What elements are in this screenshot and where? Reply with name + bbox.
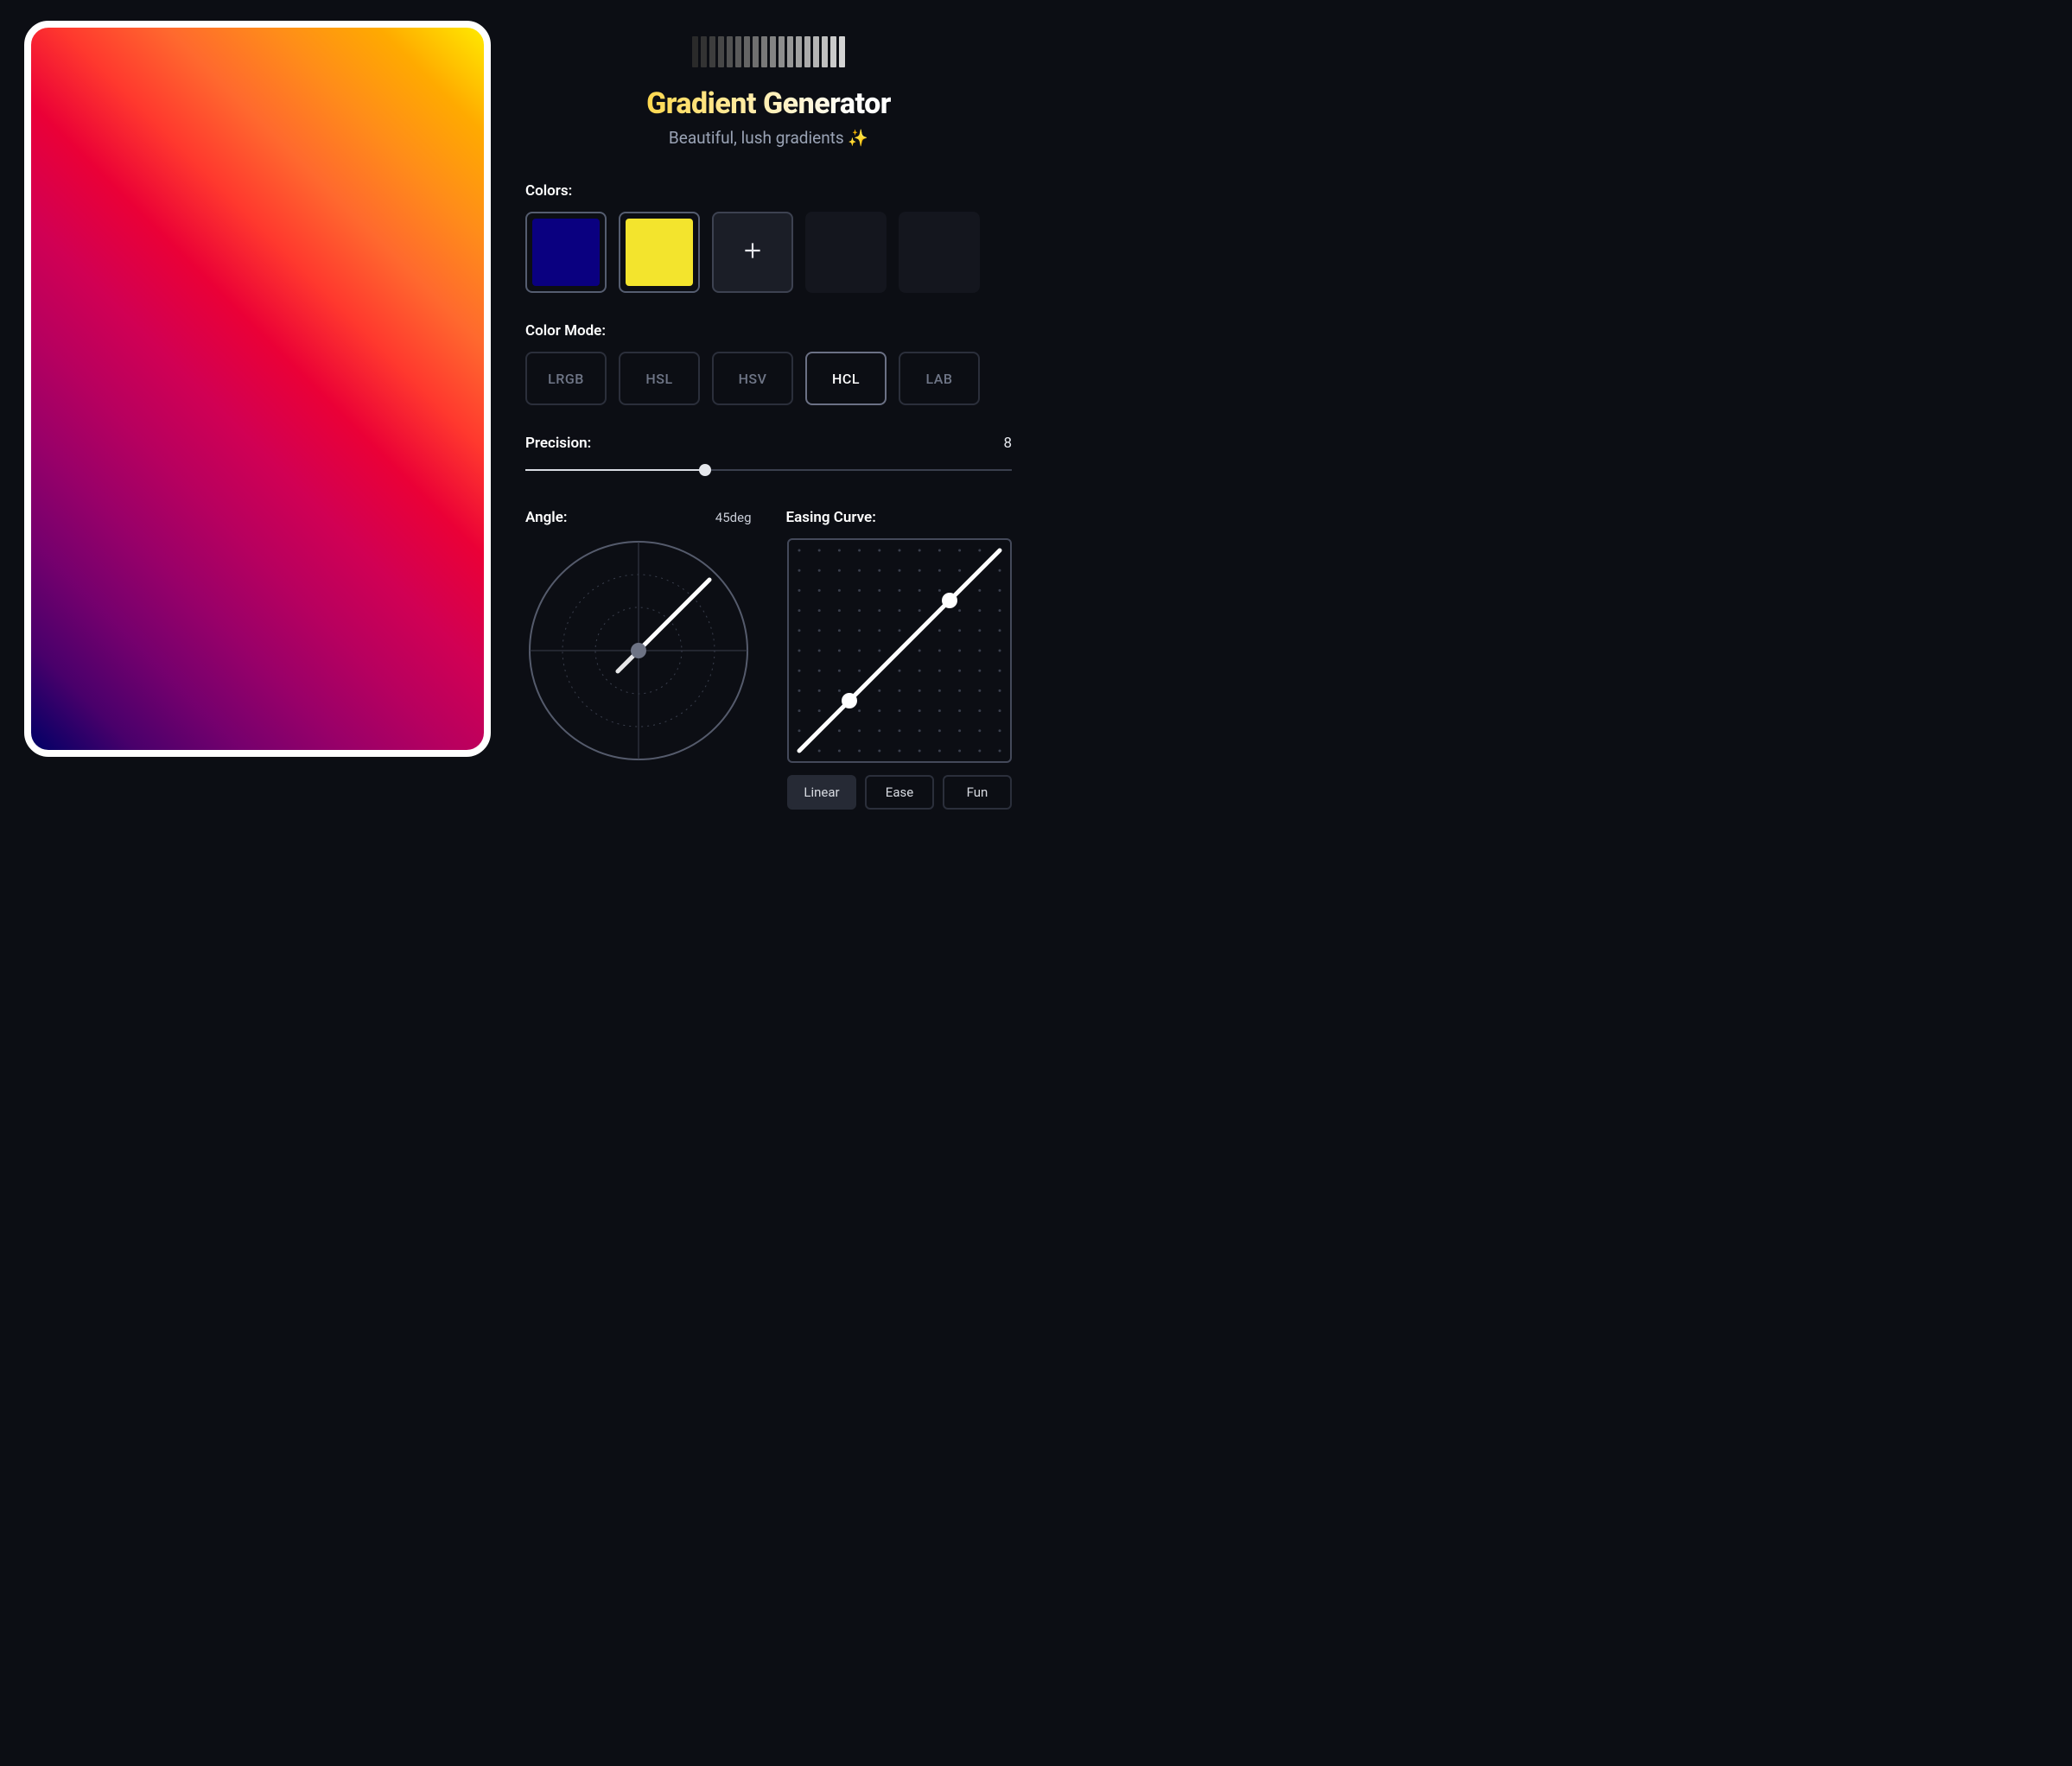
- slider-fill: [525, 469, 705, 471]
- easing-preset-fun[interactable]: Fun: [943, 775, 1012, 810]
- color-swatch-0[interactable]: [525, 212, 607, 293]
- color-mode-option-lrgb[interactable]: LRGB: [525, 352, 607, 405]
- precision-label: Precision:: [525, 435, 591, 452]
- plus-icon: [741, 239, 764, 265]
- precision-section: Precision: 8: [525, 435, 1012, 476]
- page-title: Gradient Generator: [646, 86, 891, 121]
- easing-presets: Linear Ease Fun: [787, 775, 1012, 810]
- color-mode-option-hsv[interactable]: HSV: [712, 352, 793, 405]
- color-swatch-inner: [626, 219, 693, 286]
- colors-section: Colors:: [525, 182, 1012, 322]
- controls-panel: Gradient Generator Beautiful, lush gradi…: [525, 21, 1012, 862]
- color-mode-option-lab[interactable]: LAB: [899, 352, 980, 405]
- header: Gradient Generator Beautiful, lush gradi…: [525, 36, 1012, 148]
- colors-label: Colors:: [525, 182, 1012, 200]
- precision-slider[interactable]: [525, 464, 1012, 476]
- gradient-preview: [24, 21, 491, 757]
- angle-value: 45deg: [715, 510, 752, 525]
- colors-row: [525, 212, 1012, 293]
- color-mode-option-hsl[interactable]: HSL: [619, 352, 700, 405]
- angle-dial[interactable]: [526, 538, 751, 763]
- color-mode-option-hcl[interactable]: HCL: [805, 352, 887, 405]
- easing-label: Easing Curve:: [786, 509, 876, 526]
- preview-panel: [24, 21, 491, 862]
- page-subtitle: Beautiful, lush gradients ✨: [669, 128, 868, 148]
- easing-preset-linear[interactable]: Linear: [787, 775, 856, 810]
- angle-label: Angle:: [525, 509, 568, 526]
- slider-thumb[interactable]: [699, 464, 711, 476]
- color-mode-section: Color Mode: LRGBHSLHSVHCLLAB: [525, 322, 1012, 435]
- add-color-button[interactable]: [712, 212, 793, 293]
- app-root: Gradient Generator Beautiful, lush gradi…: [0, 0, 1036, 883]
- gradient-stripe-logo-icon: [692, 36, 845, 67]
- easing-section: Easing Curve: Linear Ease Fun: [786, 509, 1013, 810]
- color-swatch-1[interactable]: [619, 212, 700, 293]
- color-swatch-empty: [899, 212, 980, 293]
- color-mode-row: LRGBHSLHSVHCLLAB: [525, 352, 1012, 405]
- easing-preset-ease[interactable]: Ease: [865, 775, 934, 810]
- color-swatch-empty: [805, 212, 887, 293]
- angle-easing-row: Angle: 45deg: [525, 509, 1012, 810]
- angle-section: Angle: 45deg: [525, 509, 752, 810]
- easing-curve-editor[interactable]: [787, 538, 1012, 763]
- color-mode-label: Color Mode:: [525, 322, 1012, 340]
- color-swatch-inner: [532, 219, 600, 286]
- precision-value: 8: [1003, 435, 1012, 452]
